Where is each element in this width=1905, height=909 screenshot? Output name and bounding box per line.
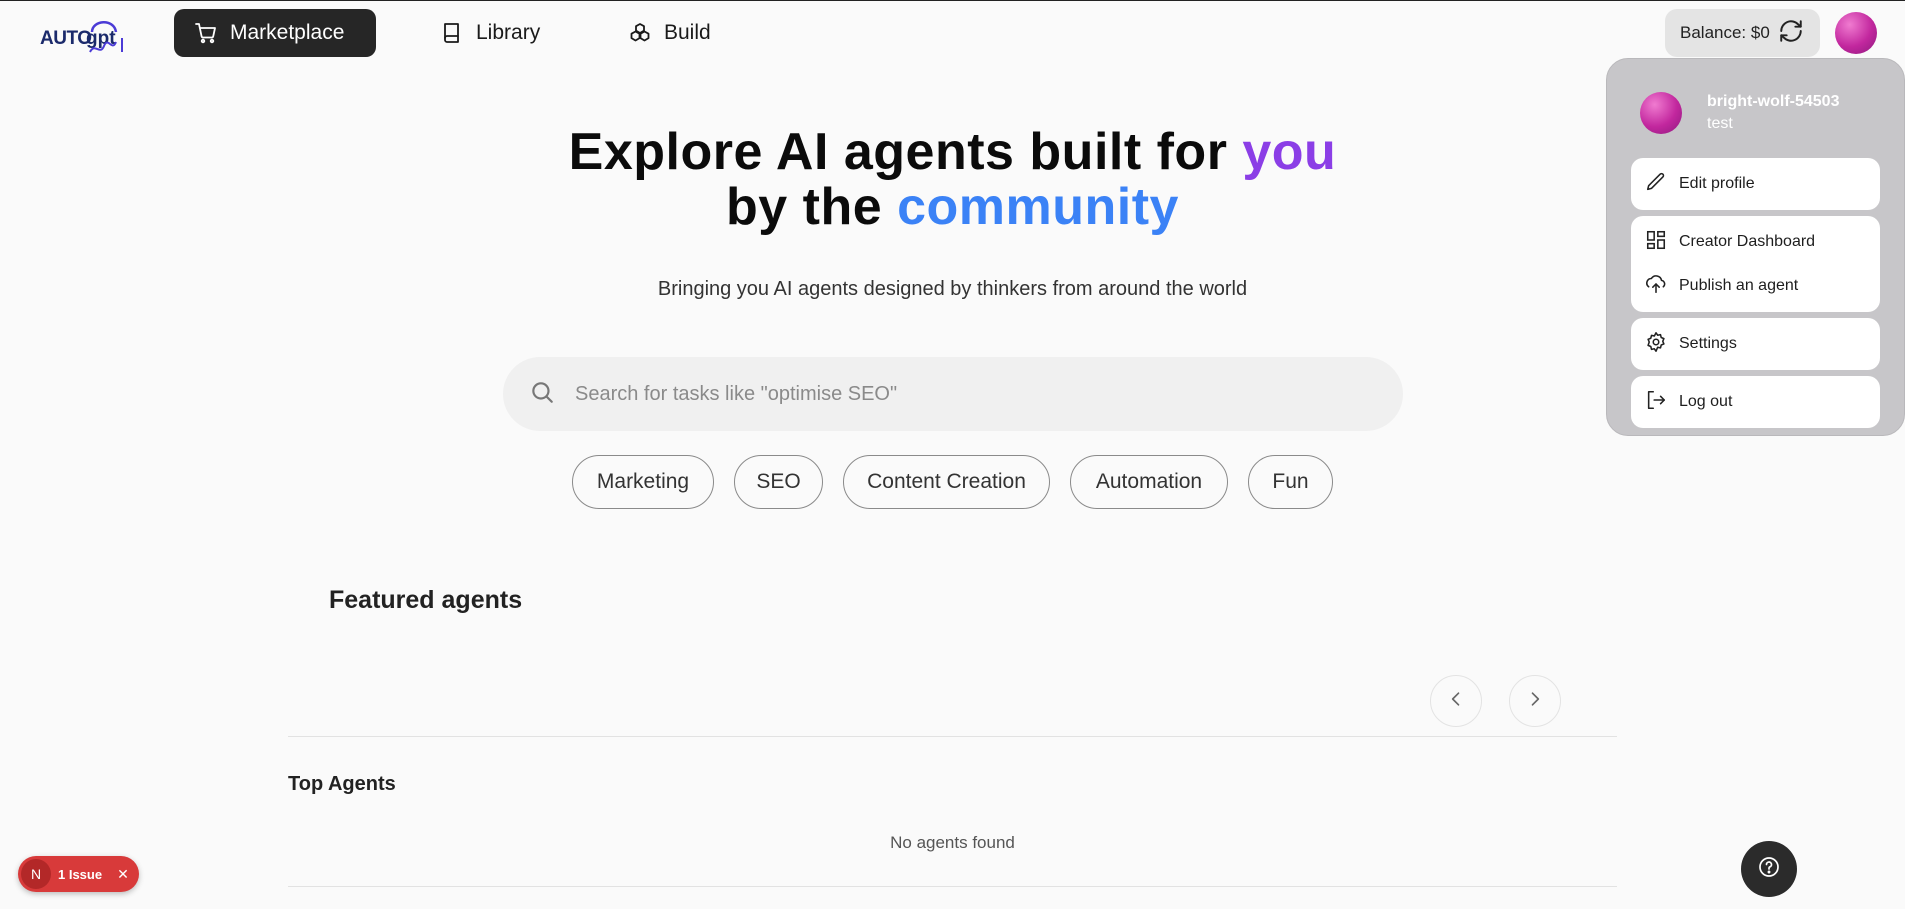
issues-badge[interactable]: N 1 Issue ✕ <box>18 856 139 892</box>
menu-username: bright-wolf-54503 <box>1707 93 1840 110</box>
title-highlight-you: you <box>1242 123 1337 181</box>
empty-state-text: No agents found <box>890 833 1015 852</box>
help-button[interactable] <box>1741 841 1797 897</box>
upload-cloud-icon <box>1645 273 1667 300</box>
chip-content-creation[interactable]: Content Creation <box>843 455 1050 509</box>
menu-user-subtitle: test <box>1707 115 1733 132</box>
title-highlight-community: community <box>897 178 1179 236</box>
carousel-next-button[interactable] <box>1509 675 1561 727</box>
svg-text:AUTO: AUTO <box>40 28 91 49</box>
help-icon <box>1757 855 1781 884</box>
chevron-left-icon <box>1446 689 1466 714</box>
nav-library[interactable]: Library <box>420 9 560 57</box>
search-input[interactable] <box>575 382 1355 406</box>
category-chips: Marketing SEO Content Creation Automatio… <box>0 455 1905 509</box>
menu-card-logout: Log out <box>1631 376 1880 428</box>
edit-profile-item[interactable]: Edit profile <box>1631 164 1880 204</box>
creator-dashboard-item[interactable]: Creator Dashboard <box>1631 222 1880 262</box>
search-bar[interactable] <box>503 357 1403 431</box>
section-divider <box>288 736 1617 737</box>
top-agents-heading: Top Agents <box>288 773 396 795</box>
close-icon[interactable]: ✕ <box>117 866 129 883</box>
chip-seo[interactable]: SEO <box>734 455 823 509</box>
chevron-right-icon <box>1525 689 1545 714</box>
nav-build-label: Build <box>664 21 711 44</box>
profile-menu: bright-wolf-54503 test Edit profile Crea… <box>1606 58 1905 436</box>
chip-automation[interactable]: Automation <box>1070 455 1228 509</box>
balance-label: Balance: $0 <box>1680 23 1770 42</box>
search-icon <box>529 379 555 410</box>
gear-icon <box>1645 331 1667 358</box>
avatar[interactable] <box>1835 12 1877 54</box>
menu-card-profile: Edit profile <box>1631 158 1880 210</box>
book-icon <box>440 21 464 45</box>
nav-library-label: Library <box>476 21 541 44</box>
featured-agents-heading: Featured agents <box>329 586 523 614</box>
publish-agent-item[interactable]: Publish an agent <box>1631 266 1880 306</box>
nextjs-icon: N <box>21 859 51 889</box>
chip-marketing[interactable]: Marketing <box>572 455 714 509</box>
log-out-item[interactable]: Log out <box>1631 382 1880 422</box>
nav-marketplace[interactable]: Marketplace <box>174 9 376 57</box>
menu-card-settings: Settings <box>1631 318 1880 370</box>
menu-avatar <box>1640 92 1682 134</box>
settings-item[interactable]: Settings <box>1631 324 1880 364</box>
chip-fun[interactable]: Fun <box>1248 455 1333 509</box>
balance-display: Balance: $0 <box>1665 9 1820 57</box>
nav-build[interactable]: Build <box>608 9 731 57</box>
boxes-icon <box>628 21 652 45</box>
menu-card-creator: Creator Dashboard Publish an agent <box>1631 216 1880 312</box>
cart-icon <box>194 21 218 45</box>
top-border <box>0 0 1905 1</box>
section-divider <box>288 886 1617 887</box>
dashboard-icon <box>1645 229 1667 256</box>
issue-count-label: 1 Issue <box>58 866 103 882</box>
nav-marketplace-label: Marketplace <box>230 21 345 44</box>
autogpt-logo[interactable]: AUTO gpt <box>40 12 130 56</box>
pencil-icon <box>1645 171 1667 198</box>
refresh-icon[interactable] <box>1778 18 1804 49</box>
carousel-prev-button[interactable] <box>1430 675 1482 727</box>
log-out-icon <box>1645 389 1667 416</box>
